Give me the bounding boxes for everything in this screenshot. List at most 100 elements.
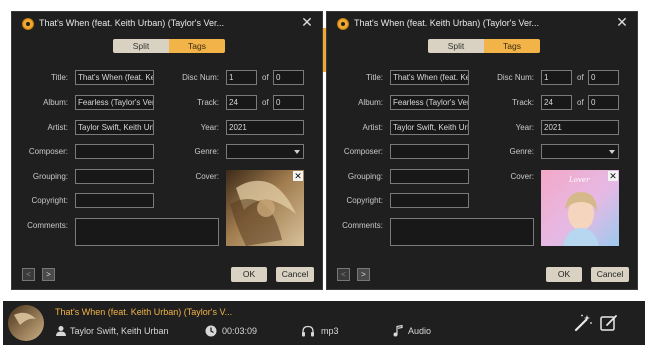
- composer-label: Composer:: [343, 147, 383, 156]
- remove-cover-icon[interactable]: ✕: [608, 171, 618, 181]
- artist-label: Artist:: [362, 123, 383, 132]
- genre-label: Genre:: [509, 147, 534, 156]
- year-field[interactable]: 2021: [226, 120, 304, 135]
- copyright-field[interactable]: [75, 193, 154, 208]
- tag-editor-dialog-right: That's When (feat. Keith Urban) (Taylor'…: [323, 11, 638, 290]
- edge-accent: [323, 28, 326, 72]
- mode-switch: Split Tags: [428, 39, 540, 53]
- track-field[interactable]: 24: [226, 95, 257, 110]
- composer-label: Composer:: [28, 147, 68, 156]
- mode-switch: Split Tags: [113, 39, 225, 53]
- track-info-bar: That's When (feat. Keith Urban) (Taylor'…: [3, 301, 645, 345]
- music-note-icon: [393, 325, 403, 337]
- track-label: Track:: [512, 98, 534, 107]
- edit-icon[interactable]: [599, 313, 619, 333]
- magic-wand-icon[interactable]: [573, 313, 593, 333]
- artist-field[interactable]: Taylor Swift, Keith Urb: [390, 120, 469, 135]
- tab-split[interactable]: Split: [113, 39, 169, 53]
- cover-text: Lover: [568, 176, 590, 184]
- prev-button[interactable]: <: [337, 268, 350, 281]
- tag-editor-dialog-left: That's When (feat. Keith Urban) (Taylor'…: [11, 11, 326, 290]
- genre-label: Genre:: [194, 147, 219, 156]
- disc-of-label: of: [577, 73, 584, 82]
- user-icon: [56, 326, 66, 336]
- disc-total-field[interactable]: 0: [588, 70, 619, 85]
- comments-field[interactable]: [75, 218, 219, 246]
- title-label: Title:: [365, 73, 383, 82]
- album-field[interactable]: Fearless (Taylor's Vers: [75, 95, 154, 110]
- window-title: That's When (feat. Keith Urban) (Taylor'…: [39, 18, 225, 28]
- year-label: Year:: [200, 123, 219, 132]
- prev-button[interactable]: <: [22, 268, 35, 281]
- copyright-label: Copyright:: [31, 196, 68, 205]
- titlebar: That's When (feat. Keith Urban) (Taylor'…: [12, 12, 322, 36]
- tab-tags[interactable]: Tags: [484, 39, 540, 53]
- media-type: Audio: [408, 326, 432, 336]
- genre-select[interactable]: [541, 144, 619, 159]
- next-button[interactable]: >: [357, 268, 370, 281]
- chevron-down-icon: [294, 150, 300, 154]
- window-title: That's When (feat. Keith Urban) (Taylor'…: [354, 18, 540, 28]
- tab-split[interactable]: Split: [428, 39, 484, 53]
- cover-art[interactable]: Lover ✕: [541, 170, 619, 246]
- artist-label: Artist:: [47, 123, 68, 132]
- grouping-label: Grouping:: [32, 172, 68, 181]
- disc-total-field[interactable]: 0: [273, 70, 304, 85]
- app-logo-icon: [22, 18, 34, 30]
- file-format: mp3: [321, 326, 339, 336]
- artist-name: Taylor Swift, Keith Urban: [70, 326, 169, 336]
- track-field[interactable]: 24: [541, 95, 572, 110]
- title-field[interactable]: That's When (feat. Ke: [390, 70, 469, 85]
- cover-label: Cover:: [195, 172, 219, 181]
- year-label: Year:: [515, 123, 534, 132]
- comments-field[interactable]: [390, 218, 534, 246]
- disc-num-label: Disc Num:: [497, 73, 534, 82]
- cover-art[interactable]: ✕: [226, 170, 304, 246]
- grouping-field[interactable]: [390, 169, 469, 184]
- ok-button[interactable]: OK: [231, 267, 267, 282]
- composer-field[interactable]: [75, 144, 154, 159]
- cover-image-pastel: Lover: [541, 170, 619, 246]
- track-total-field[interactable]: 0: [273, 95, 304, 110]
- disc-num-field[interactable]: 1: [226, 70, 257, 85]
- track-total-field[interactable]: 0: [588, 95, 619, 110]
- disc-num-field[interactable]: 1: [541, 70, 572, 85]
- track-of-label: of: [577, 98, 584, 107]
- track-thumbnail: [8, 305, 44, 341]
- remove-cover-icon[interactable]: ✕: [293, 171, 303, 181]
- cover-image-sepia: [226, 170, 304, 246]
- cancel-button[interactable]: Cancel: [276, 267, 314, 282]
- comments-label: Comments:: [342, 221, 383, 230]
- copyright-field[interactable]: [390, 193, 469, 208]
- title-label: Title:: [50, 73, 68, 82]
- track-of-label: of: [262, 98, 269, 107]
- copyright-label: Copyright:: [346, 196, 383, 205]
- composer-field[interactable]: [390, 144, 469, 159]
- close-icon[interactable]: ✕: [615, 15, 629, 29]
- disc-num-label: Disc Num:: [182, 73, 219, 82]
- ok-button[interactable]: OK: [546, 267, 582, 282]
- titlebar: That's When (feat. Keith Urban) (Taylor'…: [327, 12, 637, 36]
- title-field[interactable]: That's When (feat. Ke: [75, 70, 154, 85]
- artist-field[interactable]: Taylor Swift, Keith Urb: [75, 120, 154, 135]
- cancel-button[interactable]: Cancel: [591, 267, 629, 282]
- genre-select[interactable]: [226, 144, 304, 159]
- close-icon[interactable]: ✕: [300, 15, 314, 29]
- next-button[interactable]: >: [42, 268, 55, 281]
- grouping-label: Grouping:: [347, 172, 383, 181]
- clock-icon: [205, 325, 217, 337]
- album-label: Album:: [43, 98, 68, 107]
- app-logo-icon: [337, 18, 349, 30]
- disc-of-label: of: [262, 73, 269, 82]
- album-field[interactable]: Fearless (Taylor's Vers: [390, 95, 469, 110]
- track-label: Track:: [197, 98, 219, 107]
- album-label: Album:: [358, 98, 383, 107]
- song-title: That's When (feat. Keith Urban) (Taylor'…: [55, 307, 233, 317]
- grouping-field[interactable]: [75, 169, 154, 184]
- tab-tags[interactable]: Tags: [169, 39, 225, 53]
- duration: 00:03:09: [222, 326, 258, 336]
- cover-label: Cover:: [510, 172, 534, 181]
- chevron-down-icon: [609, 150, 615, 154]
- year-field[interactable]: 2021: [541, 120, 619, 135]
- headphones-icon: [302, 325, 314, 337]
